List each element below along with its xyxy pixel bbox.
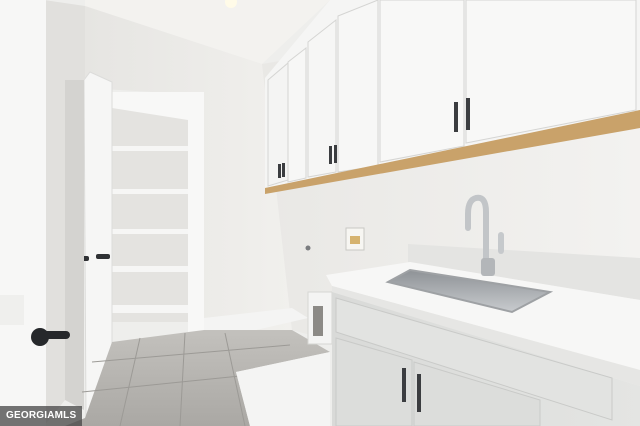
cabinet-door-2 (287, 46, 307, 183)
pantry-shelf (112, 229, 188, 234)
room-illustration (0, 0, 640, 426)
pantry-shelf (112, 146, 188, 151)
cabinet-handle (282, 163, 285, 177)
laundry-room-photo: GEORGIAMLS (0, 0, 640, 426)
cabinet-handle (454, 102, 458, 132)
faucet-lever (498, 232, 504, 254)
washer-valve (350, 236, 360, 244)
cabinet-handle (402, 368, 406, 402)
cabinet-door-5 (379, 0, 465, 163)
door-panel-edge (0, 295, 24, 325)
faucet-base (481, 258, 495, 276)
cabinet-door-4 (337, 0, 379, 173)
foreground-door (0, 0, 46, 426)
dryer-outlet (305, 245, 311, 251)
vent-opening (313, 306, 323, 336)
cabinet-handle (329, 146, 332, 164)
door-knob-lever (40, 331, 70, 339)
cabinet-handle (278, 164, 281, 178)
pantry-shelf (112, 266, 188, 272)
watermark-logo: GEORGIAMLS (0, 406, 83, 426)
door-jamb (65, 80, 84, 410)
cabinet-handle (334, 145, 337, 163)
door-handle (96, 254, 110, 259)
pantry-shelf (112, 189, 188, 194)
cabinet-handle (417, 374, 421, 412)
pantry-shelf (112, 305, 188, 313)
cabinet-handle (466, 98, 470, 130)
